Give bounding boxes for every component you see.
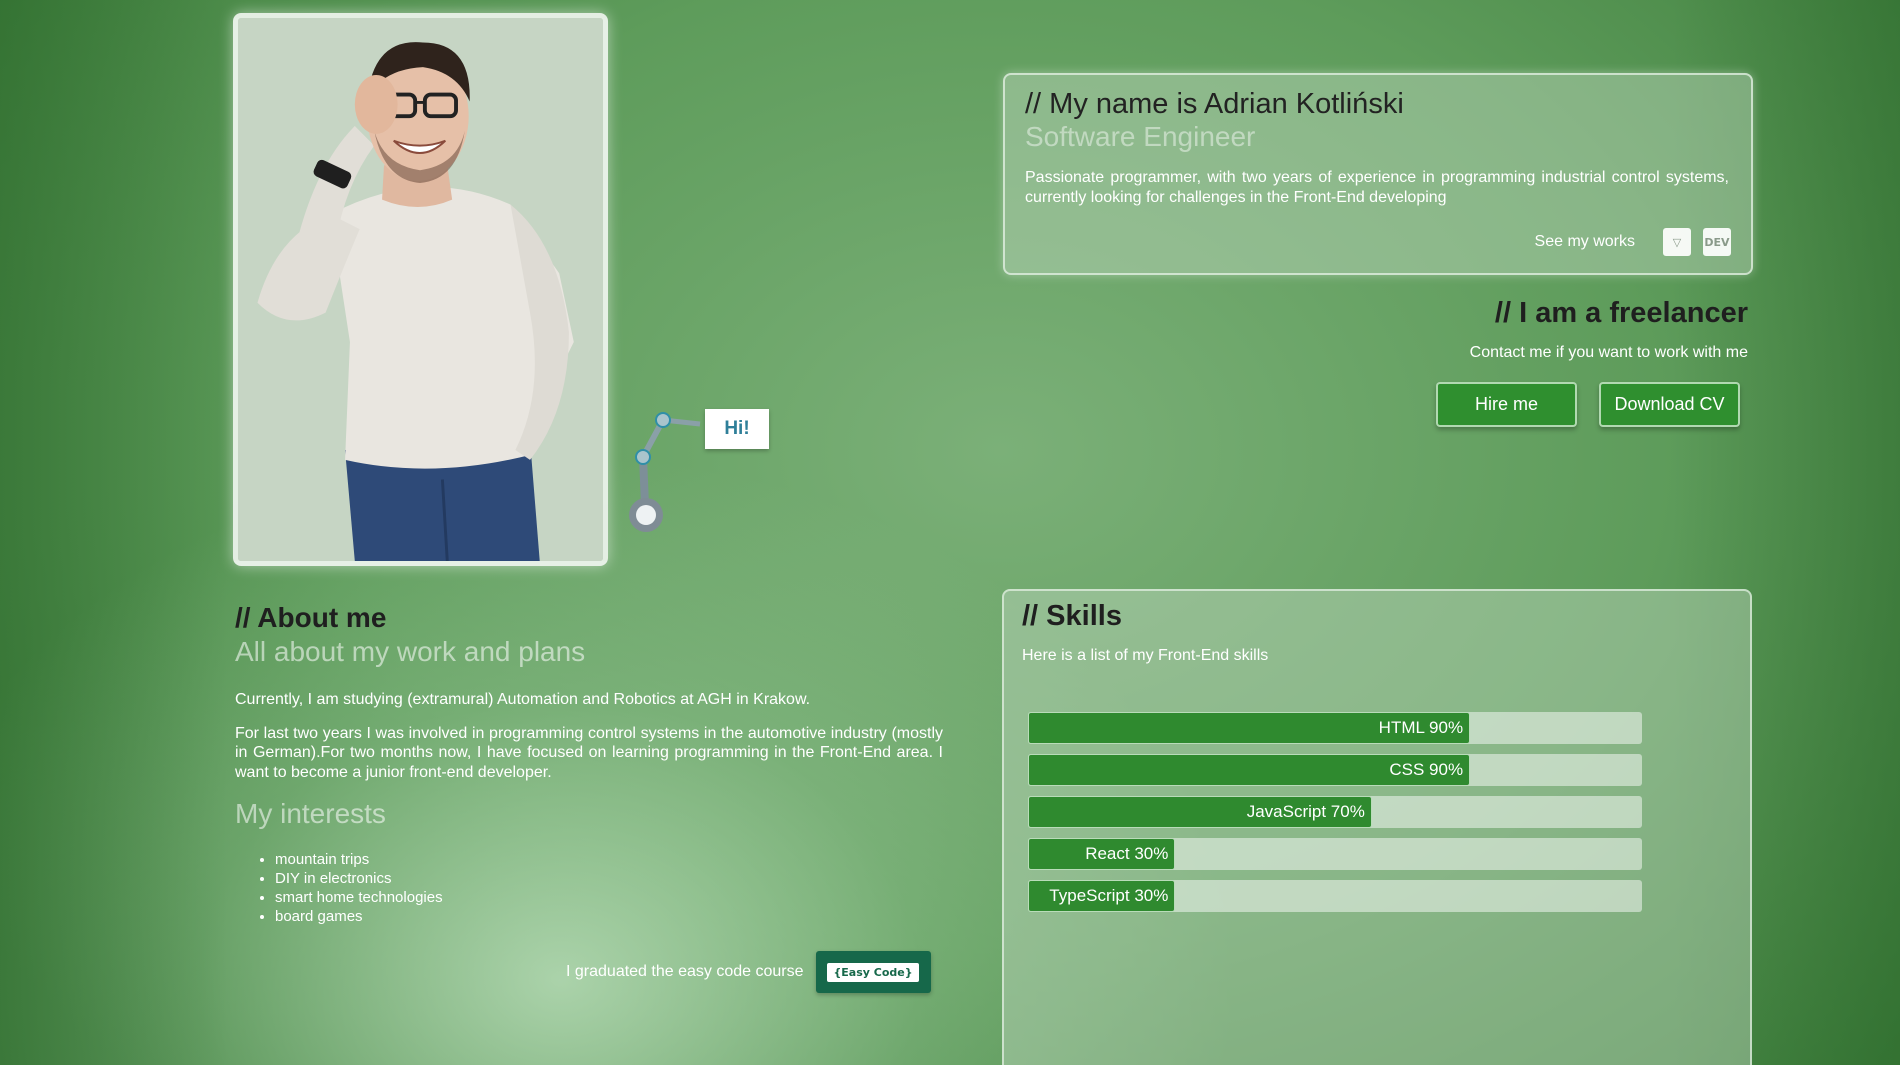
dev-icon[interactable]: DEV (1703, 228, 1731, 256)
profile-photo (233, 13, 608, 566)
about-subtitle: All about my work and plans (235, 636, 586, 667)
skill-bar-html: HTML 90% (1028, 712, 1471, 744)
skill-bar-react: React 30% (1028, 838, 1176, 870)
skill-track: React 30% (1028, 838, 1642, 870)
about-section: // About me All about my work and plans … (235, 602, 943, 926)
easy-code-logo-text: {Easy Code} (827, 962, 919, 982)
hire-me-button[interactable]: Hire me (1436, 382, 1577, 427)
interests-title: My interests (235, 797, 386, 829)
skills-bars: HTML 90% CSS 90% JavaScript 70% React 30… (1028, 712, 1642, 922)
graduated-row: I graduated the easy code course {Easy C… (566, 951, 931, 993)
hi-bubble: Hi! (705, 409, 769, 449)
interests-list: mountain trips DIY in electronics smart … (235, 850, 943, 926)
freelance-title: // I am a freelancer (1494, 297, 1748, 329)
skill-track: CSS 90% (1028, 754, 1642, 786)
skill-bar-css: CSS 90% (1028, 754, 1471, 786)
intro-subtitle: Software Engineer (1025, 120, 1256, 152)
intro-description: Passionate programmer, with two years of… (1025, 168, 1729, 206)
about-title: // About me (235, 602, 387, 633)
skill-track: JavaScript 70% (1028, 796, 1642, 828)
intro-card: // My name is Adrian Kotliński Software … (1003, 73, 1753, 275)
skills-title: // Skills (1022, 600, 1122, 632)
skills-description: Here is a list of my Front-End skills (1022, 647, 1269, 664)
skill-track: TypeScript 30% (1028, 880, 1642, 912)
skill-bar-javascript: JavaScript 70% (1028, 796, 1372, 828)
skill-track: HTML 90% (1028, 712, 1642, 744)
works-links: See my works ▽ DEV (1535, 228, 1731, 256)
about-paragraph-1: Currently, I am studying (extramural) Au… (235, 691, 811, 708)
freelance-section: // I am a freelancer Contact me if you w… (1470, 297, 1748, 362)
easy-code-badge[interactable]: {Easy Code} (815, 951, 931, 993)
graduated-label: I graduated the easy code course (566, 963, 804, 980)
skill-bar-typescript: TypeScript 30% (1028, 880, 1176, 912)
download-cv-button[interactable]: Download CV (1599, 382, 1740, 427)
intro-title: // My name is Adrian Kotliński (1025, 88, 1404, 120)
person-illustration (238, 18, 603, 561)
list-item: board games (275, 907, 943, 926)
works-label: See my works (1534, 233, 1635, 250)
freelance-description: Contact me if you want to work with me (1469, 344, 1748, 361)
skills-card: // Skills Here is a list of my Front-End… (1002, 589, 1752, 1065)
codepen-icon[interactable]: ▽ (1663, 228, 1691, 256)
list-item: smart home technologies (275, 888, 943, 907)
list-item: DIY in electronics (275, 869, 943, 888)
list-item: mountain trips (275, 850, 943, 869)
about-paragraph-2: For last two years I was involved in pro… (235, 725, 943, 781)
freelance-buttons: Hire me Download CV (1436, 382, 1740, 427)
